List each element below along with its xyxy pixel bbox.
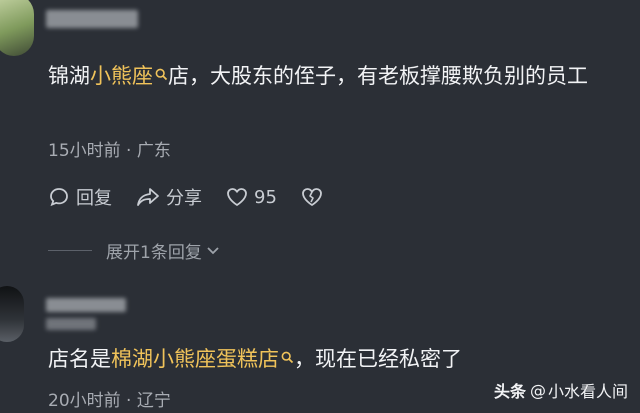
comment-text: 锦湖小熊座 店，大股东的侄子，有老板撑腰欺负别的员工 [48,54,628,98]
share-icon [137,188,159,206]
comment-text-part: 店名是 [48,347,111,371]
share-button[interactable]: 分享 [136,184,202,210]
reply-icon [50,188,68,207]
search-icon[interactable] [155,68,168,81]
comment-meta: 15小时前 · 广东 [48,141,171,161]
avatar[interactable] [0,286,24,342]
comment-text-part: 店，大股东的侄子，有老板撑腰欺负别的员工 [168,64,588,88]
comment-meta: 20小时前 · 辽宁 [48,391,171,411]
reply-button[interactable]: 回复 [48,184,112,210]
comment-actions: 回复 分享 95 [48,184,353,210]
comment-text-part: 锦湖 [48,64,90,88]
like-button[interactable]: 95 [226,187,277,208]
watermark-at: @ [529,380,546,400]
reply-label: 回复 [76,188,112,209]
chevron-down-icon [207,246,219,254]
expand-replies[interactable]: 展开1条回复 [48,238,220,263]
watermark-account: 小水看人间 [547,382,628,401]
search-icon[interactable] [281,351,294,364]
comment-text: 店名是棉湖小熊座蛋糕店 ，现在已经私密了 [48,344,462,374]
divider-line [48,250,92,251]
like-count: 95 [254,186,277,208]
comment-text-part: ，现在已经私密了 [294,347,462,371]
user-badge-blurred [46,318,96,330]
heart-icon [227,188,247,206]
share-label: 分享 [166,188,202,209]
watermark-brand: 头条 [493,382,526,401]
expand-label: 展开1条回复 [106,243,202,263]
broken-heart-icon [302,188,322,206]
username-blurred[interactable] [46,298,126,312]
avatar[interactable] [0,0,34,56]
watermark: 头条 @ 小水看人间 [494,378,628,402]
keyword-link[interactable]: 小熊座 [90,64,153,88]
username-blurred[interactable] [46,10,138,28]
dislike-button[interactable] [301,187,329,207]
keyword-link[interactable]: 棉湖小熊座蛋糕店 [111,347,279,371]
